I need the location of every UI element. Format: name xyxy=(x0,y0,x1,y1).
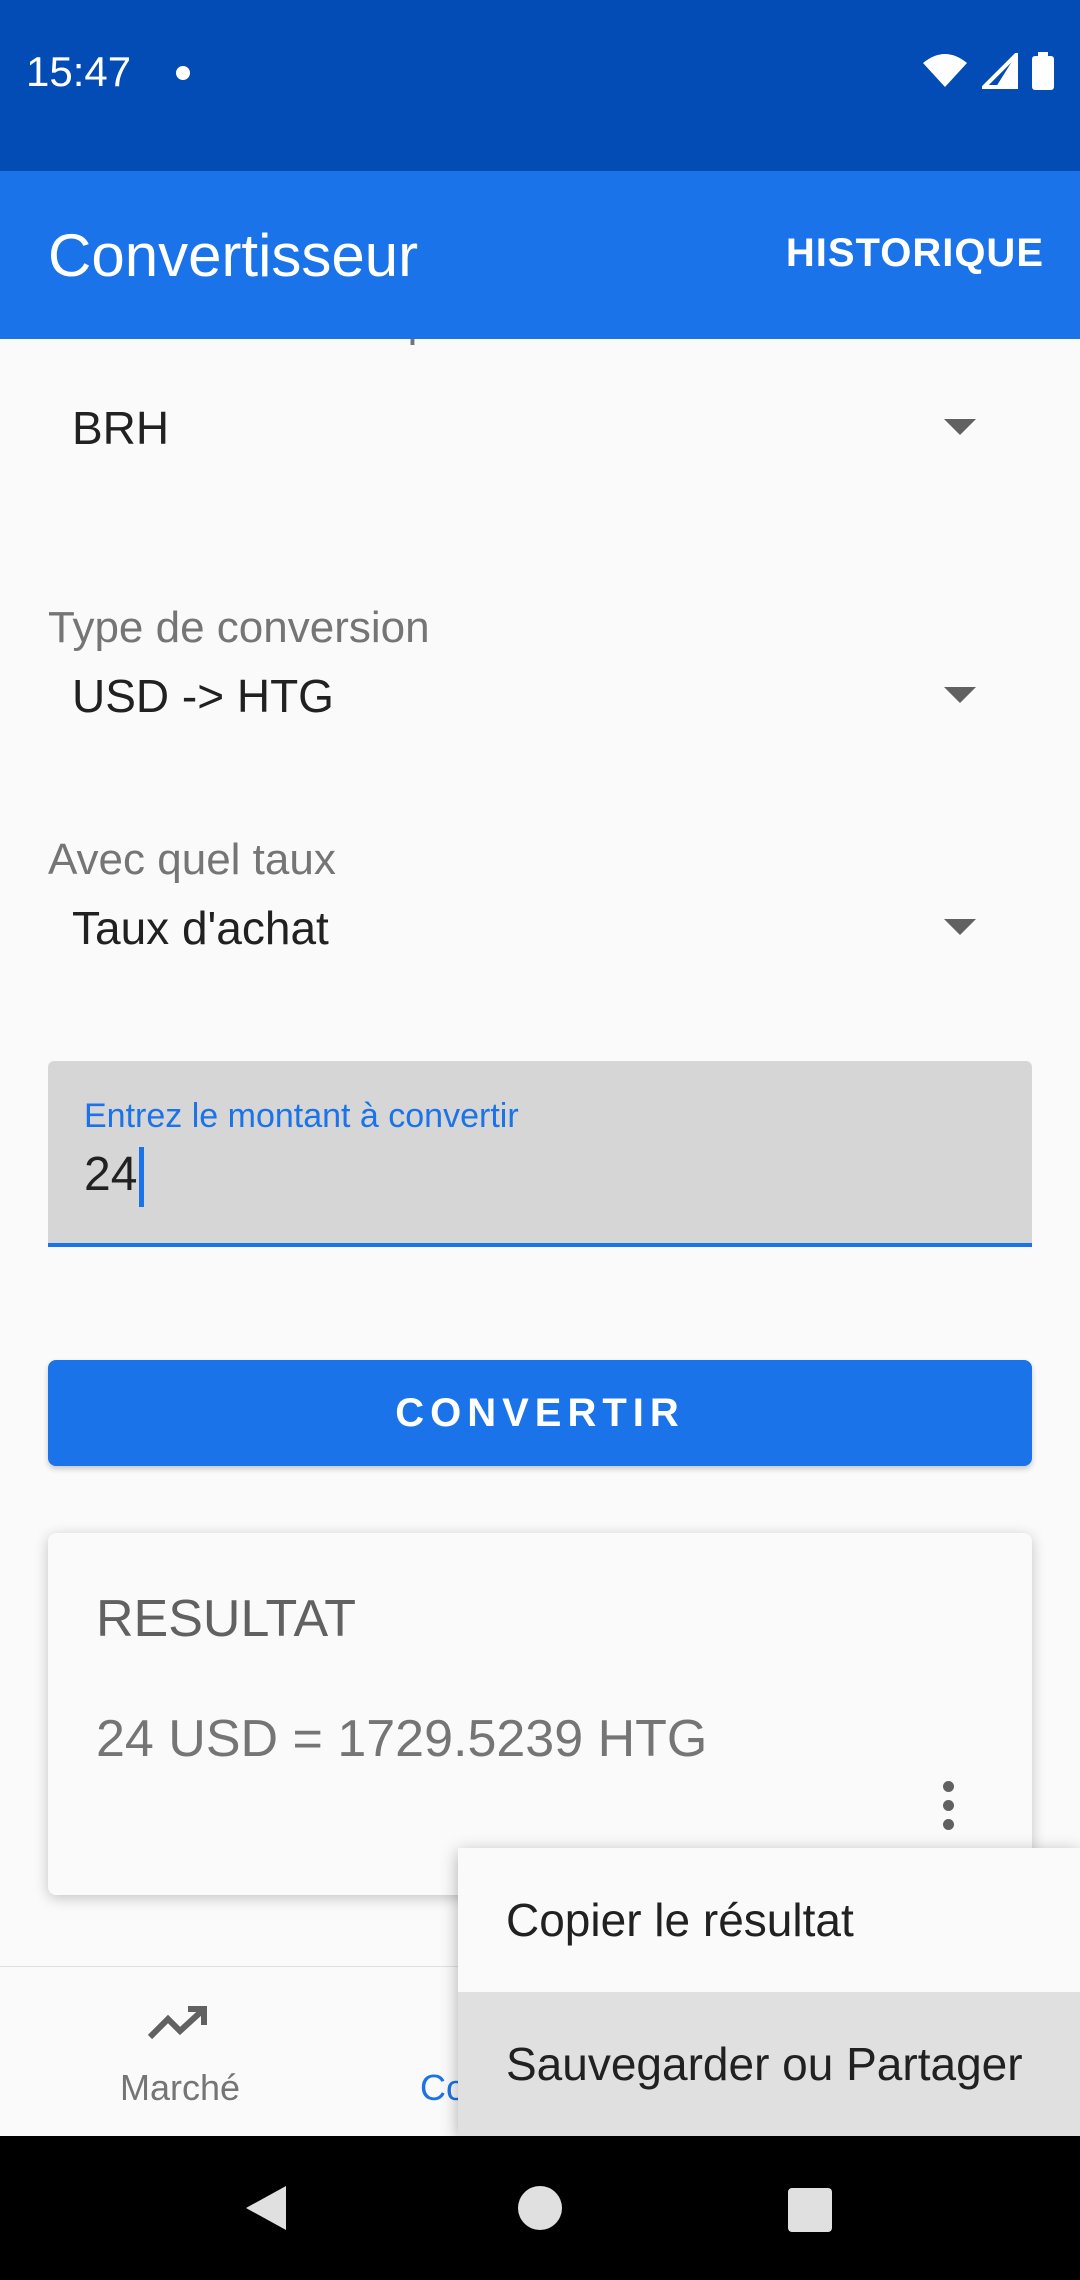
dropdown-arrow-icon xyxy=(944,687,976,703)
bank-label: Choisissez la banque xyxy=(48,339,466,347)
result-card: RESULTAT 24 USD = 1729.5239 HTG xyxy=(48,1533,1032,1895)
notification-dot-icon xyxy=(176,66,190,80)
dropdown-arrow-icon xyxy=(944,919,976,935)
battery-icon xyxy=(1032,52,1054,90)
amount-input[interactable]: Entrez le montant à convertir 24 xyxy=(48,1061,1032,1247)
more-vert-icon[interactable] xyxy=(936,1781,960,1830)
conversion-type-label: Type de conversion xyxy=(48,603,430,652)
bank-dropdown-value: BRH xyxy=(72,402,170,454)
status-time: 15:47 xyxy=(26,48,132,95)
dropdown-arrow-icon xyxy=(944,419,976,435)
text-cursor xyxy=(139,1147,145,1208)
nav-home-icon[interactable] xyxy=(518,2186,562,2230)
nav-back-icon[interactable] xyxy=(244,2184,288,2232)
app-title: Convertisseur xyxy=(48,222,419,289)
rate-label: Avec quel taux xyxy=(48,835,336,884)
system-nav-bar xyxy=(0,2136,1080,2280)
menu-item-copy-result[interactable]: Copier le résultat xyxy=(458,1848,1080,1992)
status-icons xyxy=(922,52,1054,90)
conversion-type-value: USD -> HTG xyxy=(72,670,334,722)
result-title: RESULTAT xyxy=(96,1590,357,1648)
result-text: 24 USD = 1729.5239 HTG xyxy=(96,1710,708,1768)
rate-value: Taux d'achat xyxy=(72,902,329,954)
trending-up-icon xyxy=(147,2006,207,2040)
convert-button[interactable]: CONVERTIR xyxy=(48,1360,1032,1466)
main-content[interactable]: Choisissez la banque BRH Type de convers… xyxy=(0,339,1080,1966)
history-button[interactable]: HISTORIQUE xyxy=(786,231,1044,276)
nav-item-marche[interactable]: Marché xyxy=(0,1967,360,2137)
wifi-icon xyxy=(923,54,967,87)
amount-input-value[interactable]: 24 xyxy=(84,1147,145,1208)
nav-recents-icon[interactable] xyxy=(788,2188,832,2232)
popup-menu: Copier le résultat Sauvegarder ou Partag… xyxy=(458,1848,1080,2136)
menu-item-save-share[interactable]: Sauvegarder ou Partager xyxy=(458,1992,1080,2136)
nav-label-marche: Marché xyxy=(119,2067,241,2108)
app-bar: Convertisseur HISTORIQUE xyxy=(0,171,1080,339)
amount-value-text: 24 xyxy=(84,1148,138,1201)
status-bar: 15:47 xyxy=(0,0,1080,171)
amount-input-label: Entrez le montant à convertir xyxy=(84,1097,519,1135)
signal-icon xyxy=(982,53,1018,89)
